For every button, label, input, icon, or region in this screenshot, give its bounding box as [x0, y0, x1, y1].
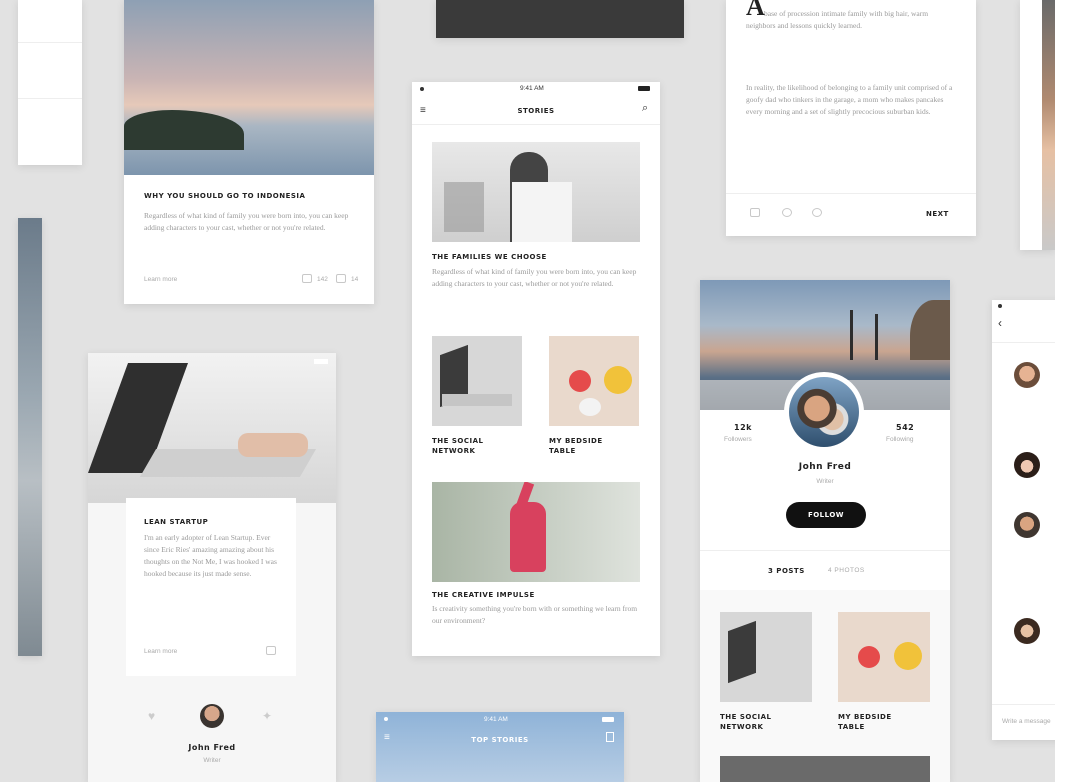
tile-bedside-table[interactable]: MY BEDSIDE TABLE [549, 436, 619, 456]
bookmark-icon[interactable] [606, 732, 614, 742]
heart-icon[interactable]: ♥ [148, 709, 155, 723]
featured-title[interactable]: THE FAMILIES WE CHOOSE [432, 253, 547, 261]
likes-count: 142 [317, 276, 328, 283]
following-count[interactable]: 542 [896, 423, 914, 432]
followers-label: Followers [724, 436, 752, 443]
article-title: WHY YOU SHOULD GO TO INDONESIA [144, 192, 306, 200]
creative-title[interactable]: THE CREATIVE IMPULSE [432, 591, 535, 599]
bookmark-icon[interactable] [750, 208, 760, 217]
stories-screen: 9:41 AM ≡ STORIES ⌕ THE FAMILIES WE CHOO… [412, 82, 660, 656]
profile-role: Writer [816, 478, 834, 485]
chat-avatar-4[interactable] [1014, 618, 1040, 644]
following-label: Following [886, 436, 914, 443]
article-body: Regardless of what kind of family you we… [144, 211, 349, 232]
profile-bottom-image [720, 756, 930, 782]
comment-icon[interactable] [812, 208, 822, 217]
profile-tile-laptop[interactable] [720, 612, 812, 702]
lean-startup-panel: LEAN STARTUP I'm an early adopter of Lea… [126, 498, 296, 676]
author-role: Writer [203, 757, 221, 764]
heart-icon[interactable] [302, 274, 312, 283]
profile-screen: 12k Followers 542 Following John Fred Wr… [700, 280, 950, 782]
left-edge-card-top [18, 0, 82, 165]
back-icon[interactable]: ‹ [998, 316, 1002, 330]
lean-startup-title[interactable]: LEAN STARTUP [144, 518, 208, 526]
top-stories-screen: 9:41 AM ≡ TOP STORIES [376, 712, 624, 782]
chat-avatar-1[interactable] [1014, 362, 1040, 388]
message-input[interactable]: Write a message [1002, 718, 1051, 725]
left-edge-card-bottom [18, 218, 42, 656]
author-avatar[interactable] [200, 704, 224, 728]
lean-startup-body: I'm an early adopter of Lean Startup. Ev… [144, 533, 277, 578]
creative-body: Is creativity something you're born with… [432, 604, 638, 625]
lean-startup-card: LEAN STARTUP I'm an early adopter of Lea… [88, 353, 336, 782]
tab-photos[interactable]: 4 PHOTOS [828, 567, 865, 574]
reading-paragraph-2: In reality, the likelihood of belonging … [746, 83, 953, 116]
trash-icon[interactable] [266, 646, 276, 655]
learn-more-link[interactable]: Learn more [144, 276, 177, 283]
author-name: John Fred [188, 743, 236, 752]
laptop-image [88, 353, 336, 503]
tile-breakfast-image[interactable] [549, 336, 639, 426]
chat-avatar-2[interactable] [1014, 452, 1040, 478]
status-bar: 9:41 AM [412, 82, 660, 96]
tile-social-network[interactable]: THE SOCIAL NETWORK [432, 436, 502, 456]
profile-name: John Fred [798, 462, 852, 472]
indonesia-article-card[interactable]: WHY YOU SHOULD GO TO INDONESIA Regardles… [124, 0, 374, 304]
sea-coast-image [124, 0, 374, 175]
learn-more-link[interactable]: Learn more [144, 648, 177, 655]
tile-laptop-image[interactable] [432, 336, 522, 426]
status-time: 9:41 AM [520, 85, 544, 92]
comment-icon[interactable] [336, 274, 346, 283]
profile-avatar[interactable] [784, 372, 864, 452]
creative-image[interactable] [432, 482, 640, 582]
featured-body: Regardless of what kind of family you we… [432, 267, 637, 288]
share-icon[interactable]: ✦ [262, 709, 272, 723]
right-edge-strip [1055, 0, 1066, 782]
profile-tile-breakfast[interactable] [838, 612, 930, 702]
next-button[interactable]: NEXT [926, 210, 949, 218]
search-icon[interactable]: ⌕ [642, 102, 648, 115]
status-time: 9:41 AM [484, 716, 508, 723]
comments-count: 14 [351, 276, 359, 283]
reading-card: A base of procession intimate family wit… [726, 0, 976, 236]
right-edge-card-top [1020, 0, 1055, 250]
reading-paragraph-1: base of procession intimate family with … [746, 9, 929, 30]
followers-count[interactable]: 12k [734, 423, 752, 432]
profile-tile-bedside-table[interactable]: MY BEDSIDE TABLE [838, 712, 908, 732]
tab-posts[interactable]: 3 POSTS [768, 567, 805, 575]
follow-button[interactable]: FOLLOW [786, 502, 866, 528]
featured-image[interactable] [432, 142, 640, 242]
profile-tile-social-network[interactable]: THE SOCIAL NETWORK [720, 712, 790, 732]
nav-title: STORIES [517, 107, 555, 115]
chat-avatar-3[interactable] [1014, 512, 1040, 538]
top-stories-title: TOP STORIES [471, 736, 529, 744]
top-dark-card [436, 0, 684, 38]
heart-icon[interactable] [782, 208, 792, 217]
